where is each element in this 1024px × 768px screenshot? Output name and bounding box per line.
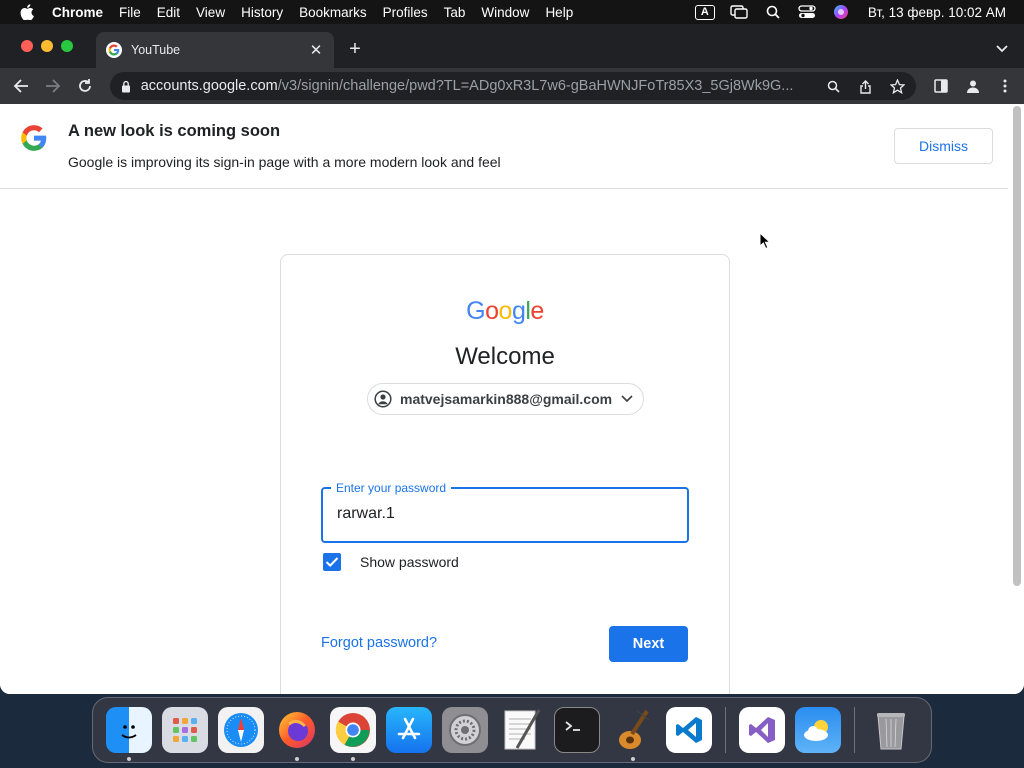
- address-bar[interactable]: accounts.google.com /v3/signin/challenge…: [110, 72, 916, 100]
- wordmark-letter: G: [466, 297, 486, 325]
- menu-history[interactable]: History: [241, 5, 283, 20]
- instruments-icon[interactable]: [610, 707, 656, 761]
- forward-arrow-icon[interactable]: [42, 75, 64, 97]
- menu-clock[interactable]: Вт, 13 февр. 10:02 AM: [868, 5, 1006, 20]
- back-arrow-icon[interactable]: [10, 75, 32, 97]
- tab-strip: YouTube ✕ +: [0, 24, 1024, 68]
- profile-icon[interactable]: [962, 75, 984, 97]
- window-controls: [21, 40, 73, 52]
- trash-icon[interactable]: [868, 707, 914, 753]
- dock-separator: [725, 707, 726, 753]
- search-icon[interactable]: [822, 75, 844, 97]
- google-g-logo-icon: [20, 124, 48, 152]
- chevron-down-icon: [620, 392, 634, 406]
- google-wordmark-logo: Google: [281, 297, 729, 326]
- visual-studio-icon[interactable]: [739, 707, 785, 753]
- menu-help[interactable]: Help: [545, 5, 573, 20]
- dock: [92, 697, 932, 763]
- weather-icon[interactable]: [795, 707, 841, 753]
- chrome-icon[interactable]: [330, 707, 376, 761]
- terminal-icon[interactable]: [554, 707, 600, 753]
- input-source-label: A: [694, 4, 715, 20]
- password-field-label: Enter your password: [331, 481, 452, 495]
- password-field[interactable]: Enter your password rarwar.1: [321, 481, 689, 543]
- close-window-button[interactable]: [21, 40, 33, 52]
- wordmark-letter: o: [498, 297, 513, 325]
- account-circle-icon: [373, 389, 393, 409]
- more-menu-icon[interactable]: [994, 75, 1016, 97]
- banner-subtitle: Google is improving its sign-in page wit…: [68, 154, 501, 170]
- siri-icon[interactable]: [830, 3, 852, 21]
- show-password-label: Show password: [360, 554, 459, 570]
- forgot-password-link[interactable]: Forgot password?: [321, 635, 437, 651]
- close-tab-icon[interactable]: ✕: [306, 40, 326, 60]
- show-password-checkbox[interactable]: [323, 553, 341, 571]
- vscode-icon[interactable]: [666, 707, 712, 753]
- browser-toolbar: accounts.google.com /v3/signin/challenge…: [0, 68, 1024, 104]
- url-path: /v3/signin/challenge/pwd?TL=ADg0xR3L7w6-…: [277, 78, 794, 94]
- menu-file[interactable]: File: [119, 5, 141, 20]
- wordmark-letter: e: [530, 297, 544, 325]
- menu-window[interactable]: Window: [481, 5, 529, 20]
- system-settings-icon[interactable]: [442, 707, 488, 753]
- zoom-window-button[interactable]: [61, 40, 73, 52]
- finder-icon[interactable]: [106, 707, 152, 761]
- app-store-icon[interactable]: [386, 707, 432, 753]
- apple-menu-icon[interactable]: [12, 0, 42, 24]
- lock-icon[interactable]: [120, 79, 133, 93]
- mouse-pointer-icon: [759, 231, 772, 250]
- dock-separator: [854, 707, 855, 753]
- launchpad-icon[interactable]: [162, 707, 208, 753]
- show-password-toggle[interactable]: Show password: [323, 553, 459, 571]
- menu-app-name[interactable]: Chrome: [52, 5, 103, 20]
- menu-bar: Chrome File Edit View History Bookmarks …: [0, 0, 1024, 24]
- google-favicon-icon: [106, 42, 122, 58]
- screen-mirroring-icon[interactable]: [728, 3, 750, 21]
- welcome-heading: Welcome: [455, 343, 555, 370]
- url-host: accounts.google.com: [140, 78, 278, 94]
- textedit-icon[interactable]: [498, 707, 544, 753]
- tab-title: YouTube: [131, 43, 181, 57]
- share-icon[interactable]: [854, 75, 876, 97]
- bookmark-star-icon[interactable]: [886, 75, 908, 97]
- browser-window: YouTube ✕ + accounts.google.com /v3/sign…: [0, 24, 1024, 694]
- control-center-icon[interactable]: [796, 3, 818, 21]
- new-tab-icon[interactable]: +: [344, 38, 366, 60]
- new-look-banner: A new look is coming soon Google is impr…: [0, 104, 1008, 189]
- tab-search-chevron-icon[interactable]: [994, 40, 1010, 56]
- menu-tab[interactable]: Tab: [444, 5, 466, 20]
- side-panel-icon[interactable]: [930, 75, 952, 97]
- spotlight-search-icon[interactable]: [762, 3, 784, 21]
- dismiss-button[interactable]: Dismiss: [894, 128, 993, 164]
- banner-title: A new look is coming soon: [68, 122, 281, 140]
- tab-youtube[interactable]: YouTube ✕: [96, 32, 334, 68]
- wordmark-letter: g: [511, 297, 526, 325]
- minimize-window-button[interactable]: [41, 40, 53, 52]
- page-content: A new look is coming soon Google is impr…: [0, 104, 1008, 694]
- signin-card: Google Welcome matvejsamarkin888@gmail.c…: [280, 254, 730, 694]
- next-button[interactable]: Next: [609, 626, 688, 662]
- reload-icon[interactable]: [74, 75, 96, 97]
- scrollbar-thumb[interactable]: [1013, 106, 1021, 586]
- account-email: matvejsamarkin888@gmail.com: [400, 391, 613, 407]
- menu-profiles[interactable]: Profiles: [383, 5, 428, 20]
- wordmark-letter: o: [485, 297, 499, 325]
- menu-bookmarks[interactable]: Bookmarks: [299, 5, 367, 20]
- safari-icon[interactable]: [218, 707, 264, 753]
- firefox-icon[interactable]: [274, 707, 320, 761]
- menu-view[interactable]: View: [196, 5, 225, 20]
- menu-edit[interactable]: Edit: [157, 5, 180, 20]
- password-input[interactable]: rarwar.1: [337, 505, 395, 523]
- input-source-icon[interactable]: A: [694, 3, 716, 21]
- account-chooser-chip[interactable]: matvejsamarkin888@gmail.com: [367, 383, 644, 415]
